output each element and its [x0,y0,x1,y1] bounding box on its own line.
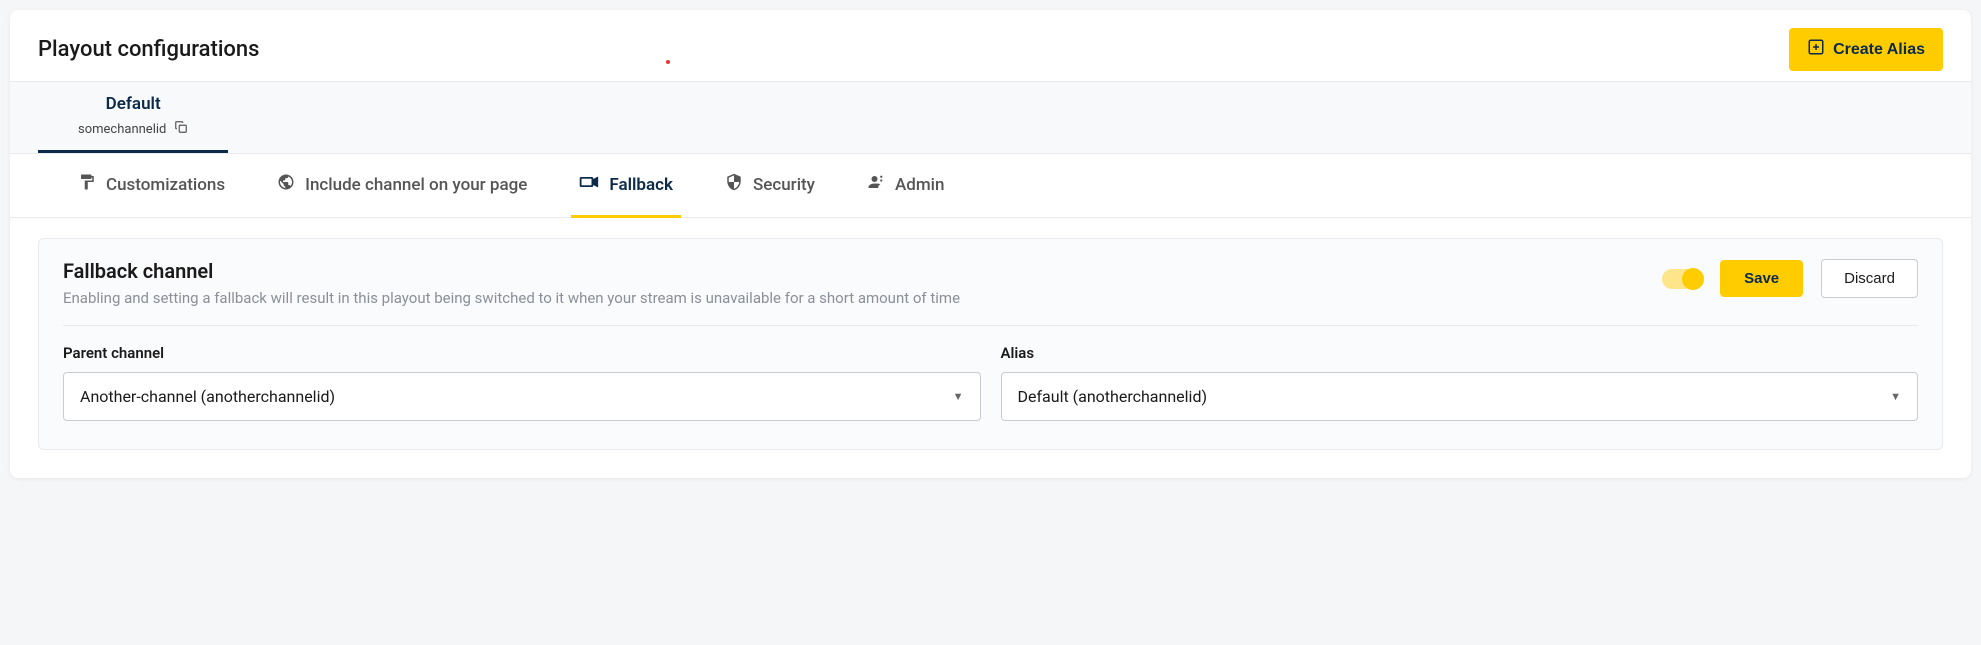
create-alias-button[interactable]: Create Alias [1789,28,1943,71]
alias-select-value: Default (anotherchannelid) [1018,387,1208,406]
alias-select[interactable]: Default (anotherchannelid) ▼ [1001,372,1919,421]
fallback-panel: Fallback channel Enabling and setting a … [38,238,1943,450]
panel-heading-block: Fallback channel Enabling and setting a … [63,259,960,307]
alias-field: Alias Default (anotherchannelid) ▼ [1001,344,1919,421]
fields-row: Parent channel Another-channel (anotherc… [63,326,1918,421]
alias-id-row: somechannelid [78,120,188,150]
parent-channel-value: Another-channel (anotherchannelid) [80,387,335,406]
chevron-down-icon: ▼ [953,390,964,403]
page-title: Playout configurations [38,37,259,62]
add-box-icon [1807,38,1825,61]
toggle-knob [1682,268,1704,290]
save-button[interactable]: Save [1720,260,1803,297]
panel-title: Fallback channel [63,259,960,283]
parent-channel-label: Parent channel [63,344,981,362]
video-icon [579,172,599,197]
tab-label: Admin [895,175,944,195]
admin-icon [867,173,885,196]
panel-description: Enabling and setting a fallback will res… [63,289,960,307]
alias-id: somechannelid [78,122,166,137]
tab-label: Customizations [106,175,225,195]
playout-card: Playout configurations Create Alias Defa… [10,10,1971,478]
tab-label: Security [753,175,815,195]
indicator-dot [666,60,670,64]
fallback-toggle[interactable] [1662,269,1702,289]
shield-icon [725,173,743,196]
panel-actions: Save Discard [1662,259,1918,298]
tab-security[interactable]: Security [717,154,823,218]
panel-header: Fallback channel Enabling and setting a … [63,259,1918,326]
alias-select-label: Alias [1001,344,1919,362]
paint-icon [78,173,96,196]
discard-button[interactable]: Discard [1821,259,1918,298]
chevron-down-icon: ▼ [1890,390,1901,403]
create-alias-label: Create Alias [1833,41,1925,59]
tab-customizations[interactable]: Customizations [70,154,233,218]
tab-include[interactable]: Include channel on your page [269,154,535,218]
alias-bar: Default somechannelid [10,81,1971,154]
alias-name: Default [78,94,188,114]
parent-channel-select[interactable]: Another-channel (anotherchannelid) ▼ [63,372,981,421]
globe-icon [277,173,295,196]
parent-channel-field: Parent channel Another-channel (anotherc… [63,344,981,421]
copy-icon[interactable] [174,120,188,138]
tab-fallback[interactable]: Fallback [571,154,681,218]
header-row: Playout configurations Create Alias [10,10,1971,81]
tab-label: Include channel on your page [305,175,527,195]
tab-admin[interactable]: Admin [859,154,952,218]
tab-label: Fallback [609,175,673,195]
tabs-row: Customizations Include channel on your p… [10,154,1971,218]
alias-tab-default[interactable]: Default somechannelid [38,82,228,153]
